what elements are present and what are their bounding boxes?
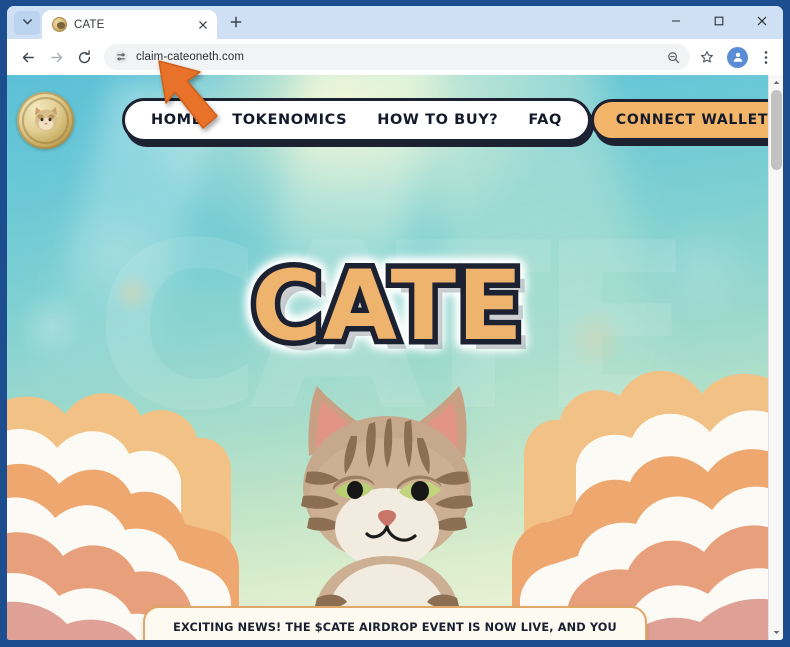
browser-tab-cate[interactable]: CATE [42,10,217,39]
maximize-button[interactable] [697,6,740,36]
zoom-out-magnifier-icon[interactable] [665,49,682,66]
forward-arrow-icon [50,52,62,62]
scroll-up-arrow-icon [773,81,780,84]
plus-icon [230,15,242,33]
three-dot-menu-icon [764,50,768,64]
nav-link-faq[interactable]: FAQ [528,112,562,128]
tab-strip: CATE [7,6,783,39]
close-icon [198,20,207,29]
page-viewport: CATE [7,75,783,640]
back-button[interactable] [15,44,41,70]
scroll-down-arrow-button[interactable] [769,625,783,640]
close-window-button[interactable] [740,6,783,36]
scroll-up-arrow-button[interactable] [769,75,783,90]
browser-window: CATE claim-cateoneth.com HOME TOKENOMICS… [0,0,790,647]
cat-coin-favicon [52,17,67,32]
connect-wallet-button[interactable]: CONNECT WALLET [590,99,768,141]
close-icon [757,16,766,26]
nav-link-home[interactable]: HOME [151,112,202,128]
star-icon [701,51,713,63]
browser-menu-button[interactable] [755,45,777,69]
tab-search-button[interactable] [14,11,40,35]
window-controls [654,6,783,36]
cat-face-icon [34,106,57,131]
connect-wallet-label: CONNECT WALLET [615,112,768,128]
site-header: HOME TOKENOMICS HOW TO BUY? FAQ CONNECT … [7,75,768,165]
announcement-text: EXCITING NEWS! THE $CATE AIRDROP EVENT I… [168,621,622,640]
back-arrow-icon [22,52,34,62]
reload-icon [78,49,90,63]
cate-coin-logo[interactable] [17,91,74,149]
scroll-down-arrow-icon [773,631,780,634]
web-page: CATE [7,75,768,640]
address-bar[interactable]: claim-cateoneth.com [104,44,690,70]
main-navigation: HOME TOKENOMICS HOW TO BUY? FAQ [122,98,591,142]
new-tab-button[interactable] [223,11,249,37]
url-text: claim-cateoneth.com [136,51,244,63]
announcement-banner: EXCITING NEWS! THE $CATE AIRDROP EVENT I… [143,606,647,640]
browser-window-inner: CATE claim-cateoneth.com HOME TOKENOMICS… [7,6,783,640]
nav-link-tokenomics[interactable]: TOKENOMICS [232,112,347,128]
profile-avatar-icon [733,52,742,62]
reload-button[interactable] [71,44,97,70]
minimize-button[interactable] [654,6,697,36]
profile-button[interactable] [727,46,748,68]
nav-link-how-to-buy[interactable]: HOW TO BUY? [377,112,498,128]
forward-button[interactable] [43,44,69,70]
tab-title: CATE [74,18,105,31]
page-scrollbar[interactable] [768,75,783,640]
chevron-down-icon [22,14,33,32]
site-settings-tune-icon[interactable] [113,50,128,65]
minimize-icon [671,20,680,22]
browser-toolbar: claim-cateoneth.com [7,39,783,75]
bookmark-button[interactable] [696,46,718,68]
tab-close-button[interactable] [194,16,211,33]
scrollbar-thumb[interactable] [771,90,782,170]
maximize-icon [714,16,723,26]
